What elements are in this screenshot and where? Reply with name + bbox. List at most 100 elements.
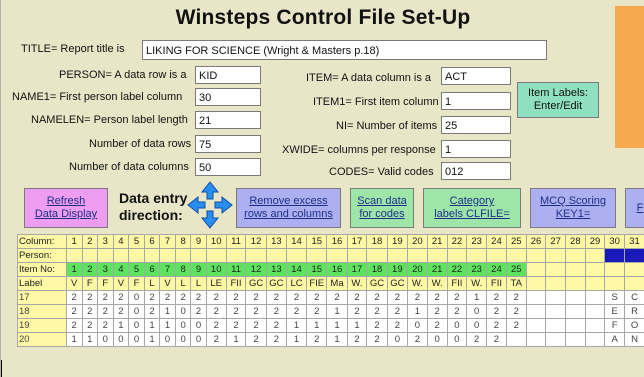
grid-data-cell[interactable]: 2 [205, 304, 227, 319]
grid-data-cell[interactable]: 2 [366, 304, 388, 319]
grid-item-label-cell[interactable] [545, 276, 566, 291]
grid-data-cell[interactable]: 2 [286, 290, 308, 305]
grid-data-cell[interactable]: 2 [326, 290, 348, 305]
grid-item-number-cell[interactable]: 13 [265, 262, 288, 277]
grid-data-cell[interactable]: 1 [143, 318, 161, 333]
grid-person-cell[interactable] [326, 248, 348, 263]
grid-data-cell[interactable]: 2 [286, 304, 308, 319]
grid-data-cell[interactable]: 2 [97, 290, 114, 305]
grid-item-label-cell[interactable] [604, 276, 626, 291]
grid-item-number-cell[interactable]: 17 [346, 262, 368, 277]
grid-data-cell[interactable]: 2 [306, 290, 328, 305]
data-rows-input[interactable]: 75 [195, 135, 261, 153]
grid-person-cell[interactable] [190, 248, 207, 263]
item-input[interactable]: ACT [441, 67, 511, 85]
grid-data-cell[interactable]: 2 [97, 304, 114, 319]
grid-data-cell[interactable] [584, 290, 606, 305]
grid-data-cell[interactable]: 2 [366, 318, 388, 333]
grid-data-cell[interactable]: 2 [112, 290, 130, 305]
grid-item-number-cell[interactable]: 23 [466, 262, 488, 277]
codes-input[interactable]: 012 [441, 162, 511, 180]
grid-data-cell[interactable]: E [604, 304, 626, 319]
grid-person-cell[interactable] [245, 248, 267, 263]
grid-data-cell[interactable]: 2 [366, 332, 388, 347]
item1-input[interactable]: 1 [441, 92, 511, 110]
grid-data-cell[interactable] [505, 332, 527, 347]
direction-arrows-icon[interactable] [187, 181, 233, 229]
grid-data-cell[interactable]: 2 [205, 318, 227, 333]
grid-data-cell[interactable]: 1 [326, 318, 348, 333]
grid-data-cell[interactable]: 2 [426, 318, 448, 333]
grid-data-cell[interactable]: 1 [286, 318, 308, 333]
grid-data-cell[interactable]: 2 [446, 290, 468, 305]
grid-item-number-cell[interactable]: 16 [326, 262, 348, 277]
grid-data-cell[interactable]: 2 [190, 290, 207, 305]
grid-person-cell[interactable] [174, 248, 192, 263]
grid-item-number-cell[interactable]: 14 [286, 262, 308, 277]
grid-item-number-cell[interactable]: 8 [174, 262, 192, 277]
grid-item-number-cell[interactable]: 18 [366, 262, 388, 277]
grid-data-cell[interactable]: 2 [407, 332, 428, 347]
grid-person-cell[interactable] [346, 248, 368, 263]
grid-data-cell[interactable]: R [624, 304, 644, 319]
grid-item-label-cell[interactable]: W. [346, 276, 368, 291]
grid-data-cell[interactable]: 2 [346, 332, 368, 347]
grid-item-label-cell[interactable]: FII [446, 276, 468, 291]
grid-item-label-cell[interactable]: LE [205, 276, 227, 291]
grid-item-number-cell[interactable]: 22 [446, 262, 468, 277]
grid-item-label-cell[interactable]: GC [386, 276, 409, 291]
grid-data-cell[interactable]: 0 [190, 332, 207, 347]
grid-item-label-cell[interactable]: W. [407, 276, 428, 291]
grid-item-label-cell[interactable] [584, 276, 606, 291]
grid-item-number-cell[interactable]: 21 [426, 262, 448, 277]
grid-data-cell[interactable]: 2 [225, 304, 247, 319]
grid-data-cell[interactable]: A [604, 332, 626, 347]
grid-data-cell[interactable]: 0 [159, 332, 176, 347]
grid-data-cell[interactable]: 0 [112, 332, 130, 347]
grid-item-label-cell[interactable]: GC [265, 276, 288, 291]
grid-person-cell[interactable] [159, 248, 176, 263]
grid-person-cell[interactable] [205, 248, 227, 263]
grid-data-cell[interactable]: 2 [112, 304, 130, 319]
grid-item-label-cell[interactable]: TA [505, 276, 527, 291]
grid-item-label-cell[interactable]: L [174, 276, 192, 291]
grid-person-cell[interactable] [286, 248, 308, 263]
grid-data-cell[interactable]: 2 [205, 290, 227, 305]
grid-data-cell[interactable]: 0 [174, 304, 192, 319]
grid-item-label-cell[interactable]: F [97, 276, 114, 291]
grid-data-cell[interactable] [584, 318, 606, 333]
grid-data-cell[interactable]: 1 [159, 304, 176, 319]
grid-data-cell[interactable]: 1 [466, 290, 488, 305]
grid-person-cell[interactable] [306, 248, 328, 263]
grid-data-cell[interactable] [584, 332, 606, 347]
grid-data-cell[interactable]: 0 [174, 318, 192, 333]
grid-item-number-cell[interactable]: 5 [128, 262, 145, 277]
grid-person-cell[interactable] [426, 248, 448, 263]
grid-item-label-cell[interactable]: L [190, 276, 207, 291]
grid-data-cell[interactable]: C [624, 290, 644, 305]
ni-input[interactable]: 25 [441, 116, 511, 134]
grid-person-cell[interactable] [565, 248, 586, 263]
grid-data-cell[interactable]: 2 [225, 318, 247, 333]
grid-item-number-cell[interactable]: 24 [486, 262, 507, 277]
grid-item-label-cell[interactable]: F [81, 276, 99, 291]
grid-item-number-cell[interactable]: 20 [407, 262, 428, 277]
grid-data-cell[interactable]: 2 [486, 332, 507, 347]
grid-data-cell[interactable]: 1 [65, 332, 83, 347]
grid-data-cell[interactable]: 2 [386, 304, 409, 319]
grid-data-cell[interactable]: 2 [505, 290, 527, 305]
grid-data-cell[interactable]: 1 [326, 304, 348, 319]
grid-item-label-cell[interactable] [565, 276, 586, 291]
grid-data-cell[interactable]: 0 [97, 332, 114, 347]
grid-data-cell[interactable]: 2 [265, 332, 288, 347]
grid-item-label-cell[interactable]: FIE [306, 276, 328, 291]
grid-item-number-cell[interactable]: 1 [65, 262, 83, 277]
grid-item-number-cell[interactable] [584, 262, 606, 277]
grid-person-cell[interactable] [128, 248, 145, 263]
grid-data-cell[interactable]: 0 [466, 318, 488, 333]
grid-data-cell[interactable]: 2 [426, 290, 448, 305]
grid-item-label-cell[interactable]: FII [225, 276, 247, 291]
grid-item-number-cell[interactable]: 19 [386, 262, 409, 277]
grid-data-cell[interactable] [565, 304, 586, 319]
grid-item-number-cell[interactable] [545, 262, 566, 277]
